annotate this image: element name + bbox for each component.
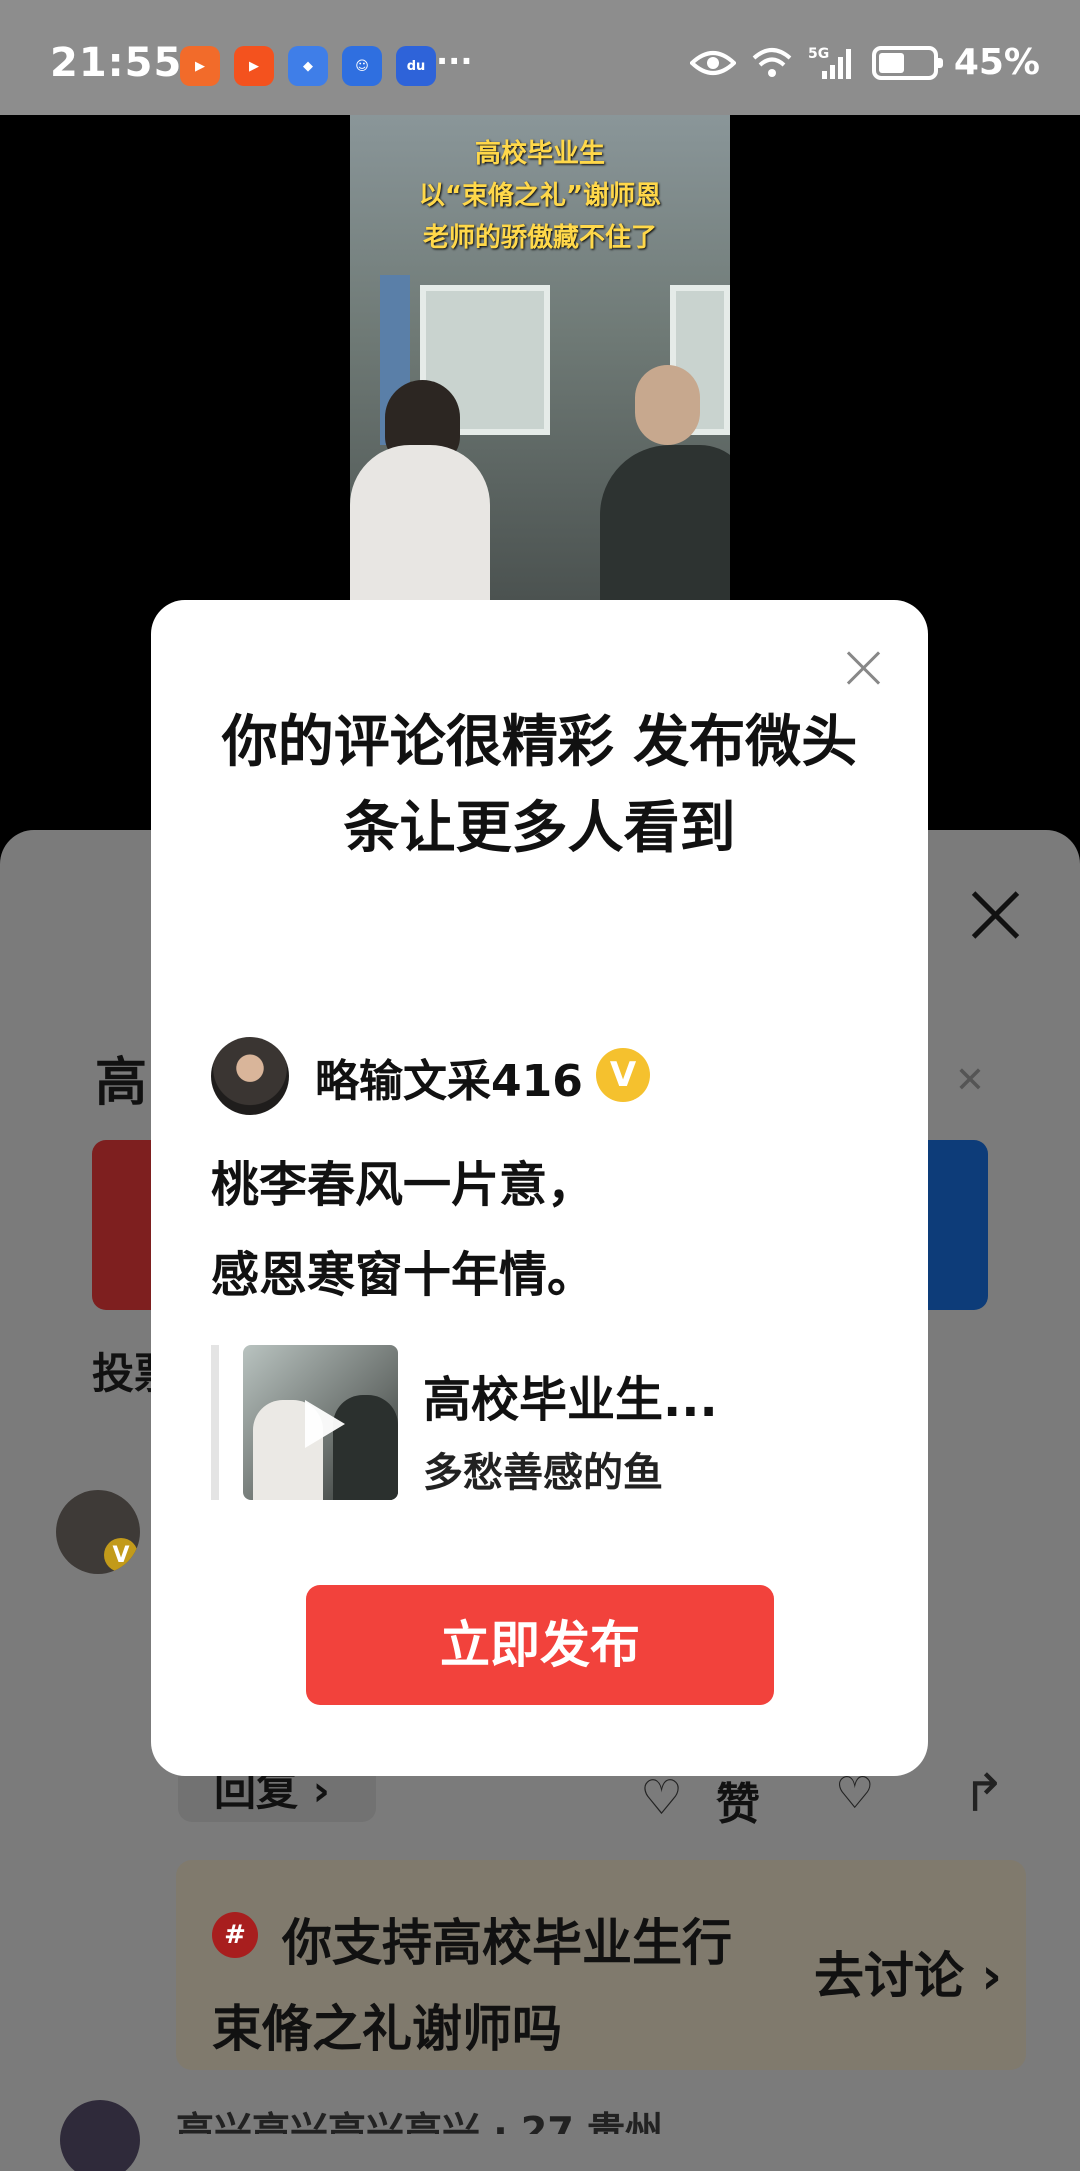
baidu-icon: du [396, 46, 436, 86]
video-scene [635, 365, 700, 445]
close-dialog-button[interactable] [846, 650, 882, 686]
battery-icon [871, 45, 943, 80]
post-line: 桃李春风一片意， [211, 1157, 596, 1213]
close-sheet-button[interactable] [968, 888, 1022, 942]
avatar [211, 1037, 289, 1115]
quoted-video-thumbnail [243, 1345, 398, 1500]
status-bar: 21:55 ▶ ▶ ◆ ☺ du ··· 5G 45% [0, 0, 1080, 115]
signal-5g-icon: 5G [808, 46, 851, 79]
publish-prompt-dialog: 你的评论很精彩 发布微头条让更多人看到 略输文采416 V 桃李春风一片意， 感… [151, 600, 928, 1776]
like-label[interactable]: 赞 [716, 1768, 760, 1832]
share-icon[interactable]: ↱ [962, 1764, 1006, 1824]
kuaishou-express-icon: ▶ [180, 46, 220, 86]
sheet-title: 高 [95, 1053, 148, 1113]
quote-divider [211, 1345, 219, 1500]
publish-now-button[interactable]: 立即发布 [306, 1585, 774, 1705]
eye-icon [689, 50, 736, 75]
kuaishou-icon: ▶ [234, 46, 274, 86]
post-content: 桃李春风一片意， 感恩寒窗十年情。 [211, 1140, 595, 1320]
video-player[interactable]: 高校毕业生 以“束脩之礼”谢师恩 老师的骄傲藏不住了 [350, 115, 730, 600]
video-caption-line: 以“束脩之礼”谢师恩 [418, 181, 662, 211]
topic-discuss-link[interactable]: 去讨论 › [814, 1936, 1002, 2008]
browser-icon: ◆ [288, 46, 328, 86]
comment-user-meta: 高兴高兴高兴高兴 · 27 贵州 [176, 2109, 664, 2134]
verified-icon: V [104, 1538, 138, 1572]
avatar[interactable] [60, 2100, 140, 2171]
clock: 21:55 [50, 40, 183, 86]
play-icon [305, 1400, 345, 1448]
avatar[interactable]: V [56, 1490, 140, 1574]
notification-app-icons: ▶ ▶ ◆ ☺ du [180, 46, 436, 86]
status-indicators: 5G 45% [689, 42, 1040, 83]
post-line: 感恩寒窗十年情。 [211, 1247, 596, 1303]
close-icon[interactable]: ✕ [955, 1060, 985, 1101]
heart-icon[interactable]: ♡ [640, 1770, 683, 1826]
quoted-author: 多愁善感的鱼 [423, 1450, 663, 1496]
video-caption: 高校毕业生 以“束脩之礼”谢师恩 老师的骄傲藏不住了 [350, 133, 730, 259]
quoted-title: 高校毕业生... [423, 1372, 718, 1428]
verified-badge-icon: V [596, 1048, 650, 1102]
battery-percent: 45% [953, 42, 1040, 83]
topic-text: 你支持高校毕业生行束脩之礼谢师吗 [212, 1914, 732, 2058]
video-scene [600, 445, 730, 600]
more-notifications-icon: ··· [436, 42, 473, 80]
dialog-title: 你的评论很精彩 发布微头条让更多人看到 [221, 710, 858, 861]
user-name: 略输文采416 [315, 1056, 583, 1107]
wifi-icon [752, 47, 792, 77]
video-scene [350, 445, 490, 600]
video-caption-line: 高校毕业生 [474, 139, 605, 169]
video-caption-line: 老师的骄傲藏不住了 [422, 223, 657, 253]
assistant-icon: ☺ [342, 46, 382, 86]
network-label: 5G [808, 46, 829, 62]
topic-card[interactable]: # 你支持高校毕业生行束脩之礼谢师吗 去讨论 › [176, 1860, 1026, 2070]
